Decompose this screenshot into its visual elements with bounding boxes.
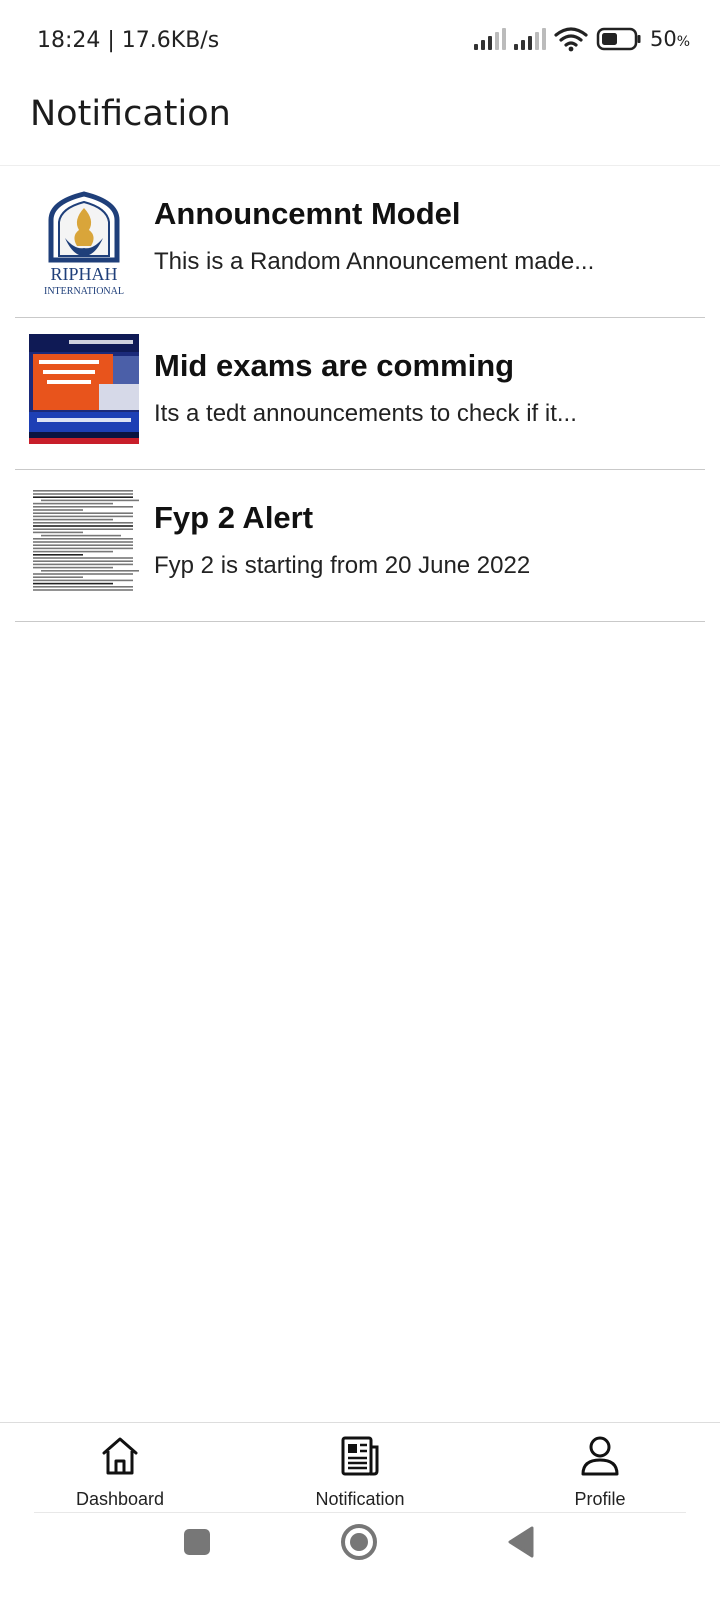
- battery-icon: [596, 27, 641, 51]
- notification-body: This is a Random Announcement made...: [154, 248, 595, 275]
- notification-title: Fyp 2 Alert: [154, 500, 314, 535]
- back-icon[interactable]: [506, 1525, 536, 1559]
- signal-2-icon: [513, 28, 546, 50]
- nav-label-notification: Notification: [315, 1489, 405, 1509]
- riphah-logo-thumbnail: RIPHAH INTERNATIONAL: [29, 190, 139, 300]
- bottom-navigation: Dashboard Notification Profile: [0, 1422, 720, 1514]
- notification-title: Announcemnt Model: [154, 196, 461, 231]
- notification-item[interactable]: RIPHAH INTERNATIONAL Announcemnt Model T…: [15, 166, 705, 318]
- nav-label-profile: Profile: [574, 1489, 626, 1509]
- person-icon: [581, 1436, 619, 1476]
- news-screenshot-thumbnail: [29, 334, 139, 444]
- home-circle-icon[interactable]: [340, 1523, 378, 1561]
- notification-list: RIPHAH INTERNATIONAL Announcemnt Model T…: [15, 166, 705, 622]
- status-time: 18:24 | 17.6KB/s: [37, 28, 220, 53]
- nav-item-profile[interactable]: Profile: [500, 1423, 700, 1515]
- app-bar: Notification: [0, 84, 720, 166]
- nav-item-dashboard[interactable]: Dashboard: [20, 1423, 220, 1515]
- home-icon: [102, 1437, 138, 1475]
- document-page-thumbnail: [29, 484, 139, 594]
- notification-body: Fyp 2 is starting from 20 June 2022: [154, 552, 531, 579]
- svg-text:RIPHAH: RIPHAH: [50, 264, 117, 284]
- battery-percent: 50%: [649, 27, 690, 51]
- notification-item[interactable]: Fyp 2 Alert Fyp 2 is starting from 20 Ju…: [15, 470, 705, 622]
- notification-title: Mid exams are comming: [154, 348, 515, 383]
- svg-text:INTERNATIONAL: INTERNATIONAL: [44, 286, 124, 297]
- status-icons: 50%: [473, 26, 690, 52]
- signal-1-icon: [473, 28, 506, 50]
- notification-item[interactable]: Mid exams are comming Its a tedt announc…: [15, 318, 705, 470]
- page-title: Notification: [30, 94, 231, 134]
- newspaper-icon: [341, 1436, 379, 1476]
- recents-icon[interactable]: [182, 1527, 212, 1557]
- nav-item-notification[interactable]: Notification: [260, 1423, 460, 1515]
- nav-label-dashboard: Dashboard: [75, 1489, 165, 1509]
- status-bar: 18:24 | 17.6KB/s 50%: [0, 0, 720, 84]
- system-navigation-bar: [0, 1515, 720, 1600]
- wifi-icon: [554, 27, 588, 52]
- notification-body: Its a tedt announcements to check if it.…: [154, 400, 577, 427]
- divider: [34, 1512, 686, 1513]
